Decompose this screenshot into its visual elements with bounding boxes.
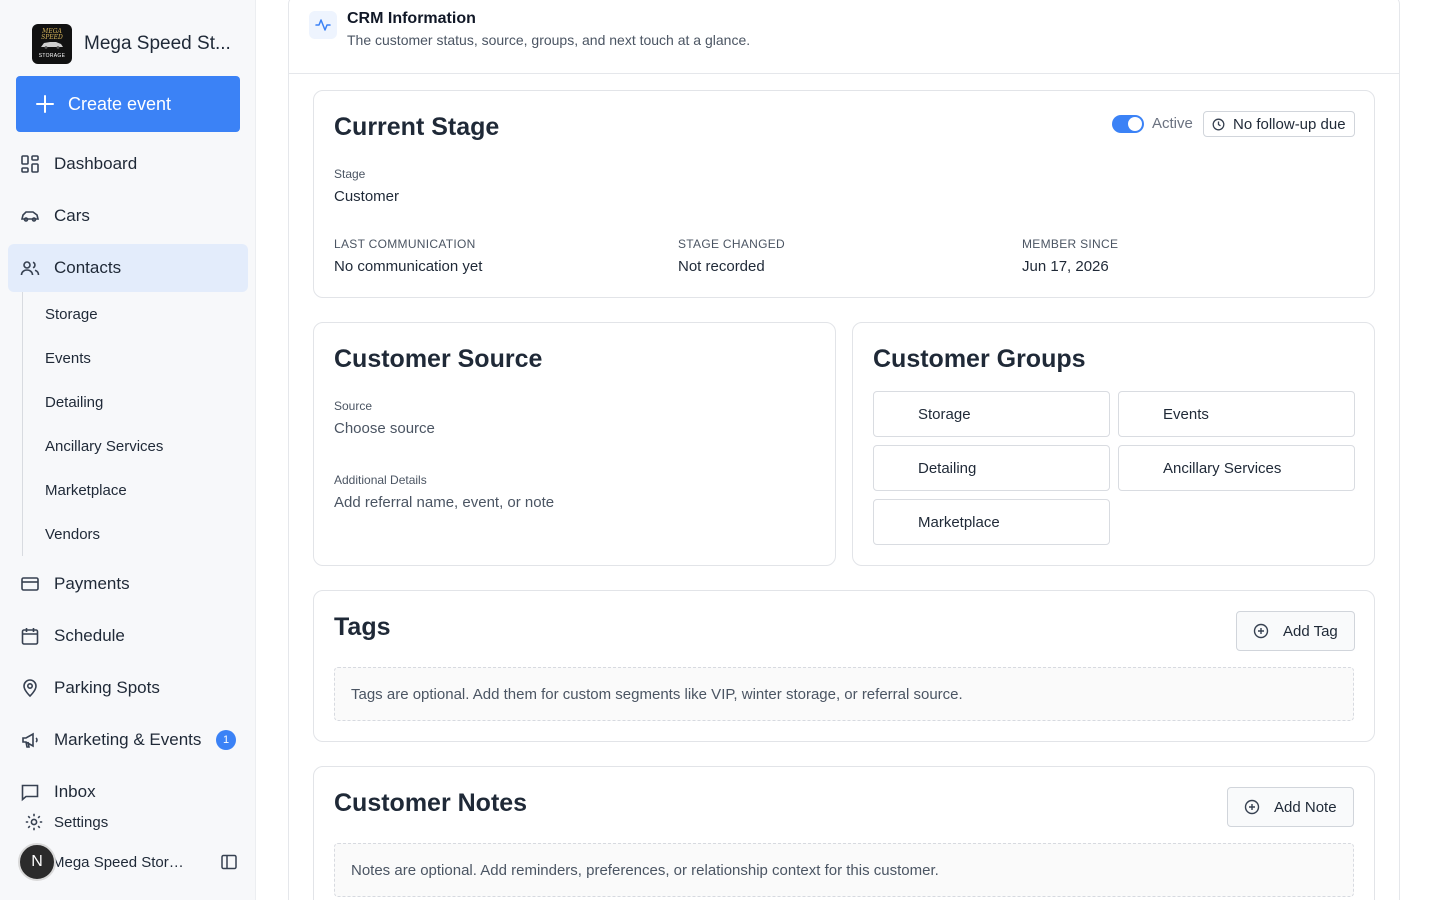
tags-panel: Tags Add Tag Tags are optional. Add them… — [313, 590, 1375, 742]
nav-item-payments[interactable]: Payments — [8, 560, 248, 608]
sidebar: MEGA SPEED STORAGE Mega Speed St... Crea… — [0, 0, 256, 900]
current-stage-title: Current Stage — [334, 113, 500, 141]
create-event-button[interactable]: Create event — [16, 76, 240, 132]
logo-bottom-text: STORAGE — [38, 53, 66, 59]
nav-label: Parking Spots — [54, 678, 160, 697]
users-icon — [20, 261, 40, 276]
add-tag-button[interactable]: Add Tag — [1236, 611, 1355, 651]
create-event-label: Create event — [68, 93, 172, 114]
stage-label: Stage — [334, 167, 366, 181]
avatar: N — [18, 843, 56, 881]
nav-item-marketing-events[interactable]: Marketing & Events 1 — [8, 716, 248, 764]
calendar-icon — [21, 628, 39, 645]
map-pin-icon — [23, 679, 37, 698]
nav-label: Inbox — [54, 782, 96, 801]
stage-value: Customer — [334, 188, 400, 205]
notes-empty-state: Notes are optional. Add reminders, prefe… — [334, 843, 1354, 897]
brand-logo: MEGA SPEED STORAGE — [32, 24, 72, 64]
add-note-label: Add Note — [1274, 798, 1337, 816]
brand-name: Mega Speed St... — [84, 33, 231, 54]
nav-label: Contacts — [54, 258, 122, 277]
customer-groups-panel: Customer Groups Storage Events Detailing… — [852, 322, 1375, 566]
customer-source-title: Customer Source — [334, 345, 543, 373]
crm-subtitle: The customer status, source, groups, and… — [347, 32, 751, 48]
current-stage-panel: Current Stage Active No follow-up due St… — [313, 90, 1375, 298]
settings-label: Settings — [54, 813, 109, 831]
tags-title: Tags — [334, 613, 391, 641]
car-icon — [20, 211, 40, 222]
nav-item-schedule[interactable]: Schedule — [8, 612, 248, 660]
nav-item-parking-spots[interactable]: Parking Spots — [8, 664, 248, 712]
notification-badge: 1 — [216, 730, 236, 750]
nav-label: Schedule — [54, 626, 125, 645]
crm-information-card: CRM Information The customer status, sou… — [288, 0, 1400, 900]
group-option-detailing[interactable]: Detailing — [873, 445, 1110, 491]
toggle-knob — [1128, 117, 1142, 131]
subnav-item-detailing[interactable]: Detailing — [23, 380, 242, 424]
followup-badge[interactable]: No follow-up due — [1203, 111, 1355, 137]
customer-notes-panel: Customer Notes Add Note Notes are option… — [313, 766, 1375, 900]
customer-groups-title: Customer Groups — [873, 345, 1086, 373]
plus-circle-icon — [1253, 623, 1269, 639]
customer-source-panel: Customer Source Source Choose source Add… — [313, 322, 836, 566]
brand[interactable]: MEGA SPEED STORAGE Mega Speed St... — [32, 24, 231, 64]
crm-header: CRM Information The customer status, sou… — [289, 0, 1399, 74]
additional-details-label: Additional Details — [334, 473, 427, 487]
nav-label: Marketing & Events — [54, 730, 202, 749]
group-option-events[interactable]: Events — [1118, 391, 1355, 437]
member-since-value: Jun 17, 2026 — [1022, 258, 1109, 275]
sidebar-toggle-icon[interactable] — [220, 853, 238, 871]
source-select[interactable]: Choose source — [334, 420, 435, 437]
nav-item-dashboard[interactable]: Dashboard — [8, 140, 248, 188]
add-tag-label: Add Tag — [1283, 622, 1338, 640]
group-option-storage[interactable]: Storage — [873, 391, 1110, 437]
member-since-label: MEMBER SINCE — [1022, 237, 1119, 251]
add-note-button[interactable]: Add Note — [1227, 787, 1354, 827]
nav-label: Dashboard — [54, 154, 138, 173]
plus-icon — [36, 95, 54, 113]
car-logo-icon — [41, 42, 63, 49]
last-communication-label: LAST COMMUNICATION — [334, 237, 476, 251]
activity-icon — [309, 11, 337, 39]
user-name: Mega Speed Storag... — [52, 853, 192, 871]
source-label: Source — [334, 399, 373, 413]
gear-icon — [25, 813, 43, 831]
nav-label: Payments — [54, 574, 130, 593]
stage-changed-label: STAGE CHANGED — [678, 237, 786, 251]
tags-empty-state: Tags are optional. Add them for custom s… — [334, 667, 1354, 721]
nav-label: Cars — [54, 206, 90, 225]
active-toggle-label: Active — [1152, 115, 1193, 132]
subnav-item-events[interactable]: Events — [23, 336, 242, 380]
dashboard-icon — [21, 155, 39, 173]
clock-icon — [1212, 118, 1225, 130]
contacts-subnav: Storage Events Detailing Ancillary Servi… — [22, 292, 242, 556]
user-menu[interactable]: N Mega Speed Storag... — [18, 843, 240, 881]
subnav-item-storage[interactable]: Storage — [23, 292, 242, 336]
customer-notes-title: Customer Notes — [334, 789, 528, 817]
nav-item-cars[interactable]: Cars — [8, 192, 248, 240]
last-communication-value: No communication yet — [334, 258, 483, 275]
message-square-icon — [21, 784, 39, 802]
megaphone-icon — [22, 732, 38, 748]
nav-item-settings[interactable]: Settings — [24, 812, 108, 832]
credit-card-icon — [21, 577, 39, 591]
group-option-ancillary-services[interactable]: Ancillary Services — [1118, 445, 1355, 491]
nav-item-inbox[interactable]: Inbox — [8, 768, 248, 816]
subnav-item-ancillary[interactable]: Ancillary Services — [23, 424, 242, 468]
followup-label: No follow-up due — [1233, 115, 1346, 133]
nav-item-contacts[interactable]: Contacts — [8, 244, 248, 292]
subnav-item-marketplace[interactable]: Marketplace — [23, 468, 242, 512]
stage-changed-value: Not recorded — [678, 258, 765, 275]
additional-details-input[interactable]: Add referral name, event, or note — [334, 494, 554, 511]
crm-title: CRM Information — [347, 10, 476, 27]
plus-circle-icon — [1244, 799, 1260, 815]
group-option-marketplace[interactable]: Marketplace — [873, 499, 1110, 545]
subnav-item-vendors[interactable]: Vendors — [23, 512, 242, 556]
active-toggle[interactable] — [1112, 115, 1144, 133]
